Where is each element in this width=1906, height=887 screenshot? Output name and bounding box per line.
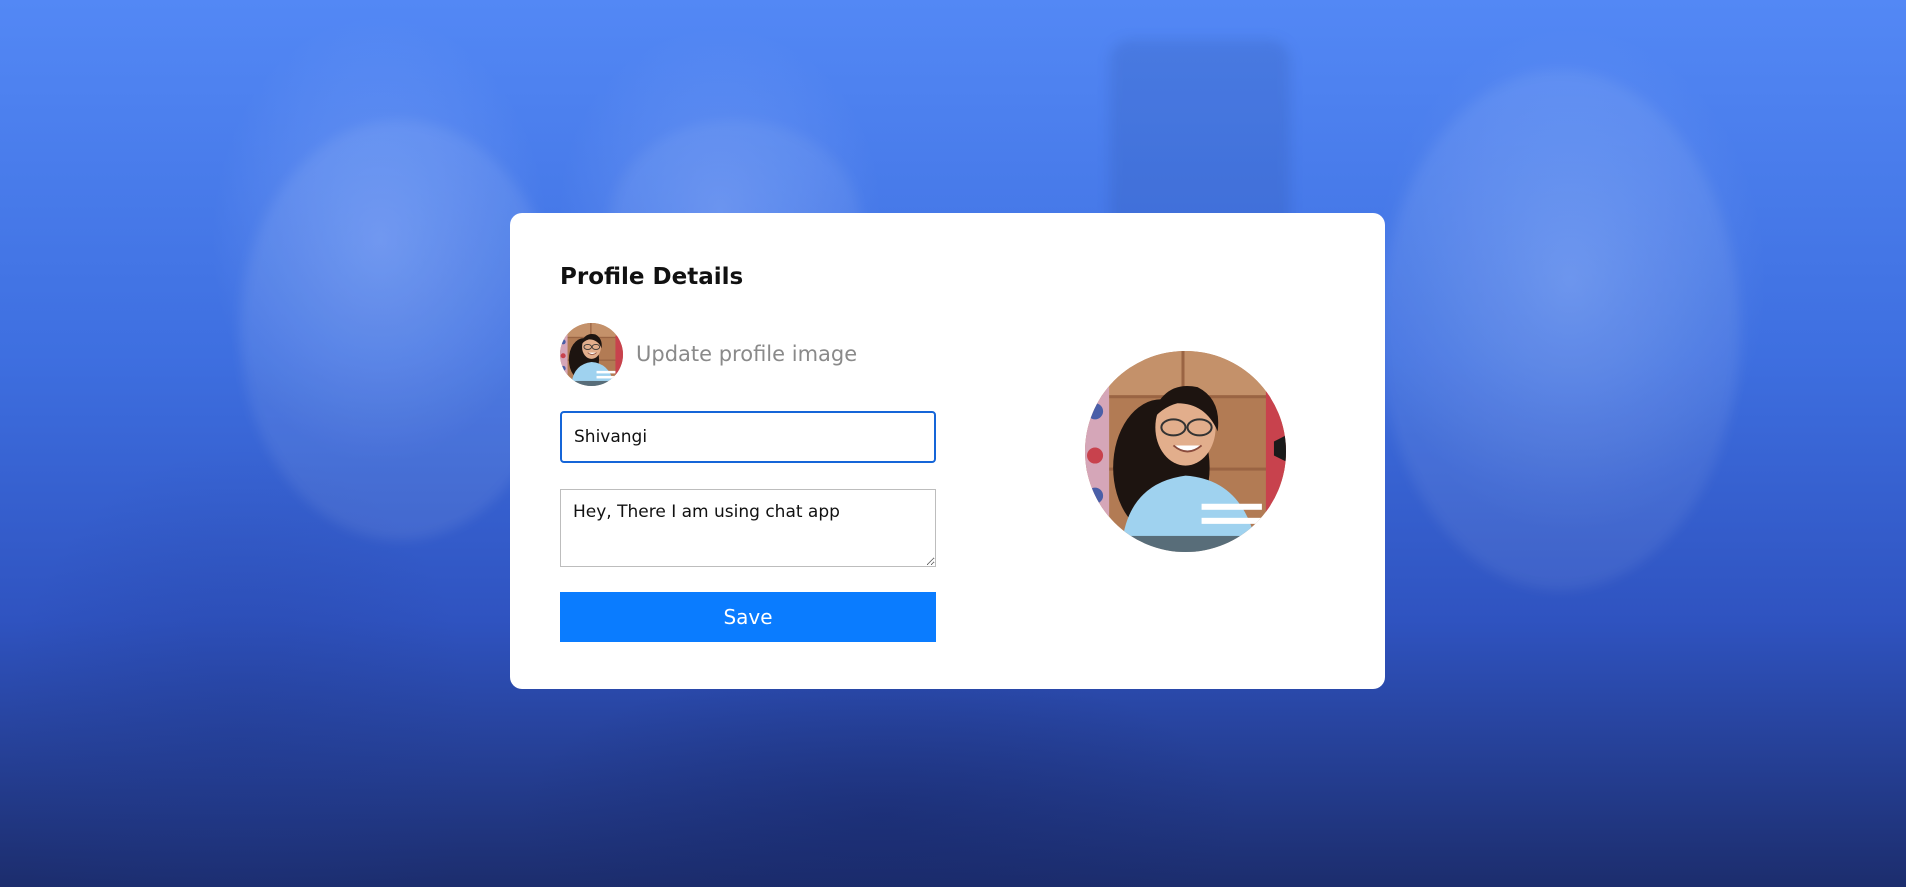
about-textarea[interactable]: Hey, There I am using chat app bbox=[560, 489, 936, 567]
update-profile-image-row[interactable]: Update profile image bbox=[560, 322, 936, 386]
page-title: Profile Details bbox=[560, 264, 744, 290]
update-profile-image-link[interactable]: Update profile image bbox=[636, 342, 857, 366]
avatar-thumbnail[interactable] bbox=[560, 322, 623, 386]
profile-photo-icon bbox=[560, 322, 623, 386]
background-figure bbox=[1380, 70, 1740, 590]
save-button[interactable]: Save bbox=[560, 592, 936, 642]
profile-avatar bbox=[1085, 351, 1286, 552]
profile-form: Profile Details Update profile image Shi… bbox=[560, 263, 936, 642]
profile-photo-icon bbox=[1085, 351, 1286, 552]
profile-card: Profile Details Update profile image Shi… bbox=[510, 213, 1385, 689]
name-input[interactable] bbox=[560, 411, 936, 463]
